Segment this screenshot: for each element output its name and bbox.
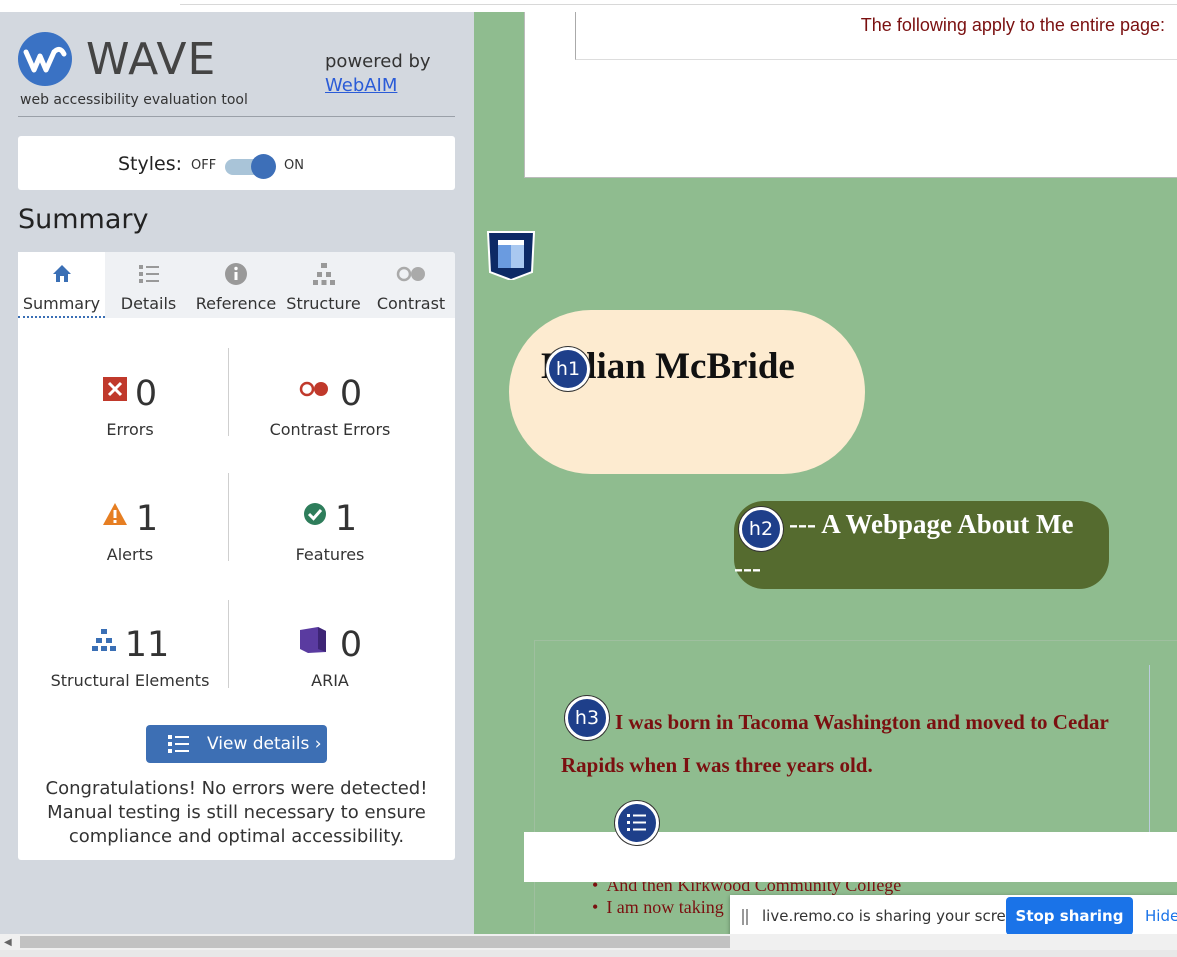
aria-count: 0 (339, 625, 363, 665)
h2-region: --- A Webpage About Me --- (734, 501, 1109, 589)
powered-by: powered by WebAIM (325, 50, 431, 98)
tab-details-label: Details (120, 294, 177, 313)
features-label: Features (295, 545, 365, 564)
feature-check-icon (303, 503, 326, 525)
hide-button[interactable]: Hide (1145, 907, 1177, 925)
page-h2-continuation: --- (734, 553, 761, 583)
alerts-label: Alerts (106, 545, 154, 564)
features-count: 1 (334, 499, 358, 539)
structure-icon (91, 629, 116, 651)
horizontal-scrollbar[interactable]: ◀ (0, 934, 1177, 950)
tab-structure[interactable]: Structure (280, 252, 367, 318)
contrast-icon (367, 262, 455, 286)
scroll-left-icon[interactable]: ◀ (4, 937, 12, 948)
stat-contrast-errors[interactable]: 0 Contrast Errors (230, 374, 430, 439)
stat-errors[interactable]: 0 Errors (30, 374, 230, 439)
page-h3: I was born in Tacoma Washington and move… (561, 710, 1109, 777)
tab-edge (180, 0, 1177, 5)
structural-count: 11 (124, 625, 170, 665)
stat-structural[interactable]: 11 Structural Elements (30, 625, 230, 690)
congrats-message: Congratulations! No errors were detected… (45, 778, 428, 847)
contrast-errors-label: Contrast Errors (269, 420, 391, 439)
alerts-count: 1 (135, 499, 159, 539)
structural-label: Structural Elements (50, 671, 210, 690)
styles-toggle-box: Styles: OFF ON (18, 136, 455, 190)
document-language-icon[interactable] (486, 230, 536, 282)
info-icon (192, 262, 280, 286)
h1-region: Lillian McBride (509, 310, 865, 474)
tab-reference-label: Reference (195, 294, 277, 313)
home-icon (18, 262, 105, 286)
entire-page-note: The following apply to the entire page: (860, 15, 1165, 35)
wave-subtitle: web accessibility evaluation tool (20, 92, 248, 108)
styles-off-label: OFF (191, 158, 217, 173)
contrast-error-icon (299, 381, 328, 397)
error-icon (102, 377, 127, 401)
tab-structure-label: Structure (286, 294, 361, 313)
view-details-label: View details › (207, 734, 322, 754)
aria-icon (299, 627, 326, 653)
tab-details[interactable]: Details (105, 252, 192, 318)
alert-icon (102, 503, 127, 525)
styles-toggle-knob[interactable] (251, 154, 276, 179)
tab-summary-label: Summary (22, 294, 101, 313)
divider (18, 116, 455, 117)
tab-contrast-label: Contrast (376, 294, 446, 313)
tab-reference[interactable]: Reference (192, 252, 280, 318)
list-badge-icon[interactable] (615, 801, 659, 845)
browser-top-strip (0, 0, 1177, 12)
wave-logo-icon (18, 32, 72, 86)
stat-aria[interactable]: 0 ARIA (230, 625, 430, 690)
stat-alerts[interactable]: 1 Alerts (30, 499, 230, 564)
styles-label: Styles: (118, 153, 183, 175)
stop-sharing-button[interactable]: Stop sharing (1006, 897, 1133, 935)
list-icon (168, 735, 189, 753)
tab-bar: Summary Details Reference Structure Cont… (18, 252, 455, 318)
h2-badge-icon[interactable]: h2 (739, 507, 783, 551)
webaim-link[interactable]: WebAIM (325, 75, 397, 96)
tab-summary[interactable]: Summary (18, 252, 105, 318)
powered-by-label: powered by (325, 51, 431, 72)
wave-sidebar: WAVE web accessibility evaluation tool p… (0, 12, 474, 934)
bottom-edge (0, 950, 1177, 957)
h1-badge-icon[interactable]: h1 (546, 347, 590, 391)
view-details-button[interactable]: View details › (146, 725, 327, 763)
wave-title: WAVE (86, 34, 217, 85)
page-h2: --- A Webpage About Me (789, 509, 1074, 539)
hierarchy-icon (280, 262, 367, 286)
scroll-thumb[interactable] (20, 936, 730, 948)
summary-heading: Summary (18, 204, 149, 235)
aria-label: ARIA (311, 671, 349, 690)
share-message: live.remo.co is sharing your screen. (762, 907, 1030, 925)
contrast-errors-count: 0 (339, 374, 363, 414)
drag-handle-icon[interactable] (742, 909, 748, 925)
summary-panel: Summary Details Reference Structure Cont… (18, 252, 455, 860)
errors-label: Errors (106, 420, 154, 439)
page-info-box: The following apply to the entire page: (524, 12, 1177, 178)
tab-contrast[interactable]: Contrast (367, 252, 455, 318)
stat-features[interactable]: 1 Features (230, 499, 430, 564)
errors-count: 0 (134, 374, 158, 414)
page-content: The following apply to the entire page: … (474, 12, 1177, 934)
h3-badge-icon[interactable]: h3 (565, 696, 609, 740)
styles-on-label: ON (284, 158, 304, 173)
list-icon (105, 262, 192, 286)
